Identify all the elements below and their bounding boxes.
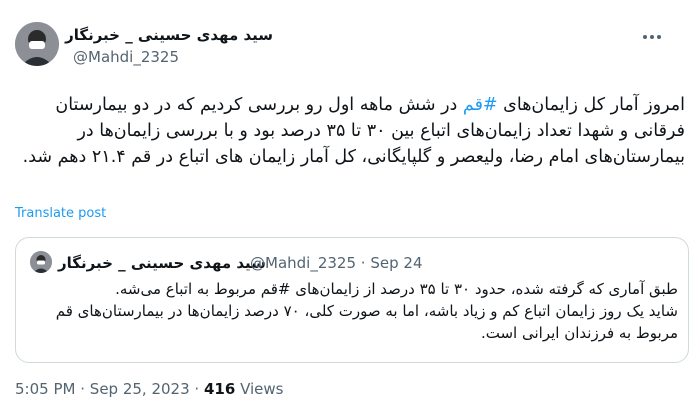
separator-dot: · [194, 380, 200, 398]
separator-dot: · [80, 380, 86, 398]
quote-meta: @Mahdi_2325 · Sep 24 [250, 254, 423, 272]
post-time[interactable]: 5:05 PM [15, 380, 75, 398]
author-avatar[interactable] [15, 22, 59, 66]
quote-author-handle: @Mahdi_2325 [250, 254, 357, 272]
quote-author-avatar [30, 251, 52, 273]
quoted-tweet[interactable]: سید مهدی حسینی _ خبرنگار @Mahdi_2325 · S… [15, 237, 689, 363]
tweet-text: امروز آمار کل زایمان‌های #قم در شش ماهه … [15, 92, 685, 170]
more-icon[interactable] [640, 28, 664, 46]
translate-link[interactable]: Translate post [15, 206, 106, 221]
tweet-text-part: امروز آمار کل زایمان‌های [497, 95, 685, 115]
views-count: 416 [203, 380, 236, 398]
author-handle[interactable]: @Mahdi_2325 [73, 48, 179, 66]
quote-date: Sep 24 [370, 254, 423, 272]
post-date[interactable]: Sep 25, 2023 [90, 380, 190, 398]
quote-text: طبق آماری که گرفته شده، حدود ۳۰ تا ۳۵ در… [55, 280, 678, 342]
author-name[interactable]: سید مهدی حسینی _ خبرنگار [65, 26, 273, 44]
quote-author-name: سید مهدی حسینی _ خبرنگار [58, 254, 266, 272]
dot-icon [650, 35, 654, 39]
views-label: Views [240, 380, 284, 398]
hashtag-link[interactable]: #قم [463, 95, 498, 115]
dot-icon [657, 35, 661, 39]
tweet-footer: 5:05 PM · Sep 25, 2023 · 416 Views [15, 380, 284, 398]
dot-icon [643, 35, 647, 39]
separator-dot: · [360, 254, 366, 272]
